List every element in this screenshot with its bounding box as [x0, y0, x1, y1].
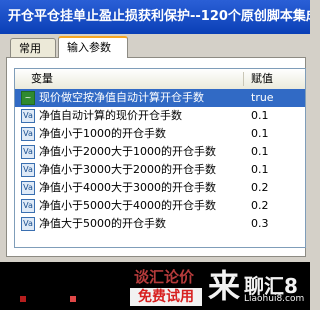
tab-bar: 常用 输入参数 — [6, 36, 306, 58]
table-row[interactable]: Va 净值自动计算的现价开仓手数 0.1 — [15, 107, 305, 125]
table-row[interactable]: Va 净值小于2000大于1000的开仓手数 0.1 — [15, 143, 305, 161]
table-header: 变量 赋值 — [15, 69, 305, 90]
window-title: 开仓平仓挂单止盈止损获利保护--120个原创脚本集成 — [0, 0, 310, 34]
param-double-icon: Va — [21, 181, 35, 195]
tab-input-params[interactable]: 输入参数 — [58, 36, 128, 58]
table-row[interactable]: Va 净值小于5000大于4000的开仓手数 0.2 — [15, 197, 305, 215]
watermark-logo-char: 来 — [208, 267, 241, 305]
param-name: 净值小于5000大于4000的开仓手数 — [39, 199, 216, 212]
table-row[interactable]: Va 净值小于4000大于3000的开仓手数 0.2 — [15, 179, 305, 197]
param-name: 现价做空按净值自动计算开仓手数 — [39, 91, 204, 104]
table-row[interactable]: ~ 现价做空按净值自动计算开仓手数 true — [15, 89, 305, 107]
table-row[interactable]: Va 净值小于1000的开仓手数 0.1 — [15, 125, 305, 143]
param-name: 净值自动计算的现价开仓手数 — [39, 109, 182, 122]
param-double-icon: Va — [21, 163, 35, 177]
param-value[interactable]: 0.1 — [251, 107, 269, 125]
param-value[interactable]: 0.2 — [251, 197, 269, 215]
param-name: 净值小于2000大于1000的开仓手数 — [39, 145, 216, 158]
param-value[interactable]: true — [251, 89, 274, 107]
params-table: 变量 赋值 ~ 现价做空按净值自动计算开仓手数 true Va 净值自动计算的现… — [14, 68, 306, 248]
param-double-icon: Va — [21, 145, 35, 159]
table-row[interactable]: Va 净值小于3000大于2000的开仓手数 0.1 — [15, 161, 305, 179]
watermark-slogan: 谈汇论价 — [134, 268, 195, 286]
param-value[interactable]: 0.2 — [251, 179, 269, 197]
param-value[interactable]: 0.3 — [251, 215, 269, 233]
param-bool-icon: ~ — [21, 91, 35, 105]
table-row[interactable]: Va 净值大于5000的开仓手数 0.3 — [15, 215, 305, 233]
param-name: 净值大于5000的开仓手数 — [39, 217, 166, 230]
param-name: 净值小于3000大于2000的开仓手数 — [39, 163, 216, 176]
watermark-site-url: Liaohui8.com — [244, 294, 305, 304]
watermark-free-trial: 免费试用 — [130, 288, 202, 306]
param-double-icon: Va — [21, 199, 35, 213]
red-marker — [20, 296, 26, 302]
param-value[interactable]: 0.1 — [251, 143, 269, 161]
param-value[interactable]: 0.1 — [251, 125, 269, 143]
column-header-variable[interactable]: 变量 — [31, 69, 53, 89]
param-name: 净值小于4000大于3000的开仓手数 — [39, 181, 216, 194]
param-double-icon: Va — [21, 217, 35, 231]
red-marker — [70, 296, 76, 302]
column-header-value[interactable]: 赋值 — [251, 69, 273, 89]
param-value[interactable]: 0.1 — [251, 161, 269, 179]
param-double-icon: Va — [21, 109, 35, 123]
column-divider[interactable] — [243, 72, 244, 86]
param-name: 净值小于1000的开仓手数 — [39, 127, 166, 140]
param-double-icon: Va — [21, 127, 35, 141]
tab-common[interactable]: 常用 — [10, 38, 56, 58]
